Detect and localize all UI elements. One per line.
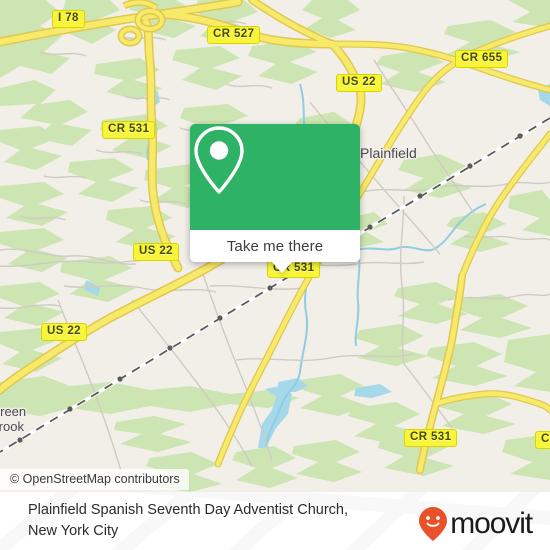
road-shield: US 22 bbox=[336, 74, 382, 92]
moovit-map-screenshot: I 78 CR 527 CR 655 US 22 CR 531 US 22 CR 531 US… bbox=[0, 0, 550, 550]
place-title-line-1: Plainfield Spanish Seventh Day Adventist… bbox=[28, 502, 348, 518]
road-shield: CR 527 bbox=[207, 26, 261, 44]
road-shield: CR 531 bbox=[102, 121, 156, 139]
popup-pointer-tail bbox=[272, 262, 292, 273]
map-pin-icon bbox=[194, 126, 244, 194]
road-shield: CR 655 bbox=[455, 50, 509, 68]
take-me-there-popup[interactable]: Take me there bbox=[190, 124, 360, 273]
footer-bar: Plainfield Spanish Seventh Day Adventist… bbox=[0, 492, 550, 550]
moovit-wordmark: moovit bbox=[450, 507, 533, 540]
osm-attribution[interactable]: © OpenStreetMap contributors bbox=[0, 469, 189, 490]
road-shield: CR bbox=[535, 431, 550, 449]
popup-image-area bbox=[190, 124, 360, 230]
popup-cta-area[interactable]: Take me there bbox=[190, 230, 360, 262]
moovit-brand[interactable]: moovit bbox=[418, 506, 533, 542]
place-label: Green bbox=[0, 404, 27, 419]
take-me-there-label: Take me there bbox=[226, 237, 324, 255]
road-shield: CR 531 bbox=[404, 429, 458, 447]
place-title-line-2: New York City bbox=[28, 523, 119, 539]
road-shield: US 22 bbox=[133, 243, 179, 261]
road-shield: I 78 bbox=[52, 10, 85, 28]
moovit-pin-smile-icon bbox=[419, 507, 448, 541]
place-label: Plainfield bbox=[360, 145, 417, 161]
place-title: Plainfield Spanish Seventh Day Adventist… bbox=[28, 500, 398, 542]
place-label: Brook bbox=[0, 419, 24, 434]
map-canvas[interactable]: I 78 CR 527 CR 655 US 22 CR 531 US 22 CR 531 US… bbox=[0, 0, 550, 492]
road-shield: US 22 bbox=[41, 323, 87, 341]
